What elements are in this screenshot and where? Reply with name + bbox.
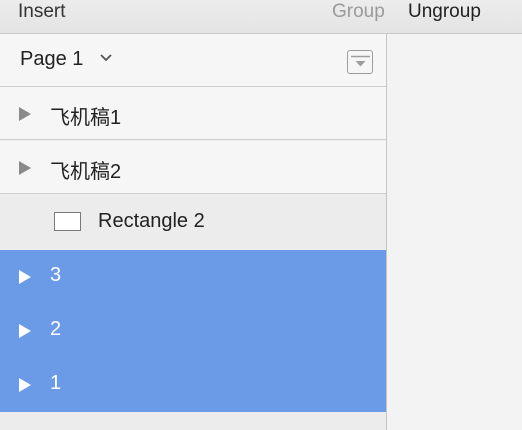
group-button[interactable]: Group: [332, 0, 385, 24]
rectangle-shape-icon: [54, 212, 81, 231]
layer-name: 飞机稿1: [50, 107, 122, 129]
page-title: Page 1: [20, 48, 84, 70]
layers-panel: Page 1 飞机稿1 飞机稿2 Rectangle 2 3 2 1: [0, 34, 386, 430]
layer-row[interactable]: 飞机稿1: [0, 87, 386, 140]
layer-name: 1: [50, 372, 62, 394]
chevron-down-icon[interactable]: [99, 51, 113, 65]
canvas-area[interactable]: [387, 34, 522, 430]
toolbar: Insert Group Ungroup: [0, 0, 522, 34]
ungroup-button[interactable]: Ungroup: [408, 0, 481, 24]
page-selector[interactable]: Page 1: [0, 34, 386, 87]
layer-row[interactable]: 3: [0, 250, 386, 304]
layer-row[interactable]: Rectangle 2: [0, 196, 386, 249]
insert-button[interactable]: Insert: [18, 0, 66, 24]
disclosure-triangle-icon[interactable]: [18, 323, 32, 339]
layer-name: Rectangle 2: [98, 210, 205, 232]
layer-name: 2: [50, 318, 62, 340]
layer-row[interactable]: 2: [0, 304, 386, 358]
disclosure-triangle-icon[interactable]: [18, 269, 32, 285]
layer-row[interactable]: 飞机稿2: [0, 141, 386, 194]
disclosure-triangle-icon[interactable]: [18, 106, 32, 122]
layer-row[interactable]: 1: [0, 358, 386, 412]
collapse-panel-icon[interactable]: [347, 50, 373, 74]
disclosure-triangle-icon[interactable]: [18, 377, 32, 393]
layer-name: 3: [50, 264, 62, 286]
disclosure-triangle-icon[interactable]: [18, 160, 32, 176]
layer-name: 飞机稿2: [50, 161, 122, 183]
